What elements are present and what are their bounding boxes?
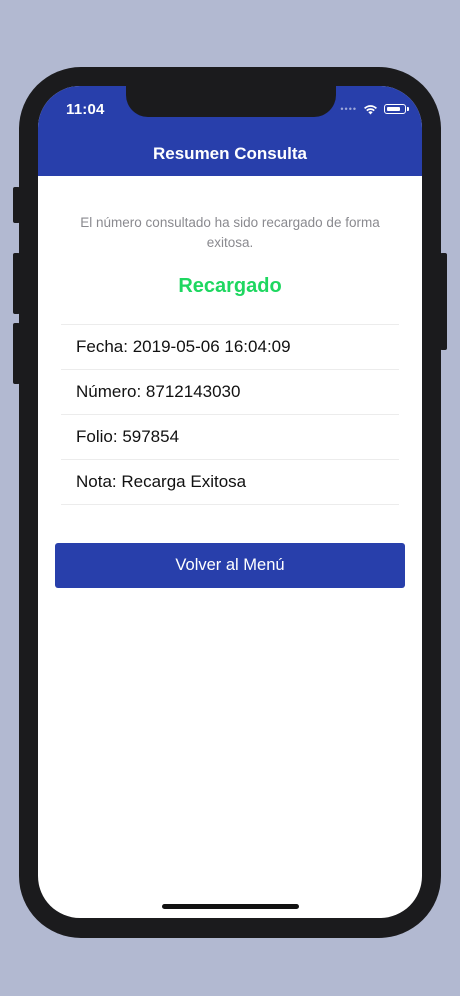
detail-row-note: Nota: Recarga Exitosa bbox=[61, 460, 399, 505]
result-message: El número consultado ha sido recargado d… bbox=[80, 215, 380, 250]
detail-value: Recarga Exitosa bbox=[121, 472, 247, 491]
page-title: Resumen Consulta bbox=[153, 144, 307, 163]
volume-up-button bbox=[13, 253, 20, 314]
detail-row-number: Número: 8712143030 bbox=[61, 370, 399, 415]
wifi-icon bbox=[364, 104, 377, 114]
power-button bbox=[440, 253, 447, 350]
status-icons: •••• bbox=[340, 102, 409, 116]
detail-value: 2019-05-06 16:04:09 bbox=[132, 337, 291, 356]
detail-label: Fecha: bbox=[76, 337, 128, 356]
back-to-menu-button[interactable]: Volver al Menú bbox=[55, 543, 405, 588]
signal-icon: •••• bbox=[340, 104, 357, 114]
status-time: 11:04 bbox=[66, 101, 105, 118]
app-screen: 11:04 •••• Resumen Consulta El número co… bbox=[38, 86, 422, 918]
recharge-status: Recargado bbox=[178, 275, 282, 297]
detail-label: Folio: bbox=[76, 427, 118, 446]
detail-label: Nota: bbox=[76, 472, 117, 491]
detail-value: 597854 bbox=[122, 427, 180, 446]
home-indicator[interactable] bbox=[162, 904, 299, 909]
detail-label: Número: bbox=[76, 382, 142, 401]
battery-icon bbox=[384, 104, 409, 114]
volume-down-button bbox=[13, 323, 20, 384]
detail-value: 8712143030 bbox=[145, 382, 241, 401]
silent-switch bbox=[13, 187, 20, 223]
device-notch bbox=[126, 86, 336, 117]
details-list: Fecha: 2019-05-06 16:04:09 Número: 87121… bbox=[61, 324, 399, 505]
detail-row-folio: Folio: 597854 bbox=[61, 415, 399, 460]
detail-row-date: Fecha: 2019-05-06 16:04:09 bbox=[61, 325, 399, 370]
navigation-bar: 11:04 •••• Resumen Consulta bbox=[38, 86, 422, 176]
